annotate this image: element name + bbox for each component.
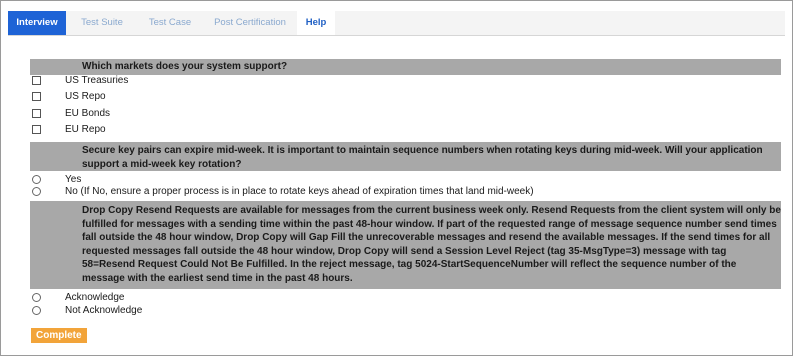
question-key-rotation: Secure key pairs can expire mid-week. It…: [30, 142, 781, 171]
option-label: US Treasuries: [65, 75, 129, 86]
radio-option[interactable]: Acknowledge: [32, 291, 124, 304]
question-markets: Which markets does your system support?: [30, 59, 781, 75]
option-label: Yes: [65, 174, 82, 185]
radio-button[interactable]: [32, 293, 41, 302]
checkbox[interactable]: [32, 125, 41, 134]
tab-help[interactable]: Help: [297, 11, 335, 35]
tab-test-suite[interactable]: Test Suite: [68, 11, 136, 35]
checkbox[interactable]: [32, 76, 41, 85]
tab-test-case[interactable]: Test Case: [138, 11, 202, 35]
checkbox-option[interactable]: EU Bonds: [32, 107, 110, 120]
radio-button[interactable]: [32, 175, 41, 184]
question-resend-requests: Drop Copy Resend Requests are available …: [30, 201, 781, 289]
option-label: EU Repo: [65, 124, 106, 135]
checkbox[interactable]: [32, 92, 41, 101]
complete-button[interactable]: Complete: [31, 328, 87, 343]
option-label: US Repo: [65, 91, 106, 102]
radio-button[interactable]: [32, 306, 41, 315]
radio-option[interactable]: No (If No, ensure a proper process is in…: [32, 185, 534, 198]
option-label: EU Bonds: [65, 108, 111, 119]
checkbox[interactable]: [32, 109, 41, 118]
checkbox-option[interactable]: US Treasuries: [32, 74, 128, 87]
tab-post-certification[interactable]: Post Certification: [204, 11, 296, 35]
checkbox-option[interactable]: EU Repo: [32, 123, 106, 136]
radio-option[interactable]: Not Acknowledge: [32, 304, 142, 317]
tab-interview[interactable]: Interview: [8, 11, 66, 35]
option-label: Not Acknowledge: [65, 305, 143, 316]
radio-button[interactable]: [32, 187, 41, 196]
checkbox-option[interactable]: US Repo: [32, 90, 106, 103]
option-label: No (If No, ensure a proper process is in…: [65, 186, 534, 197]
option-label: Acknowledge: [65, 292, 125, 303]
